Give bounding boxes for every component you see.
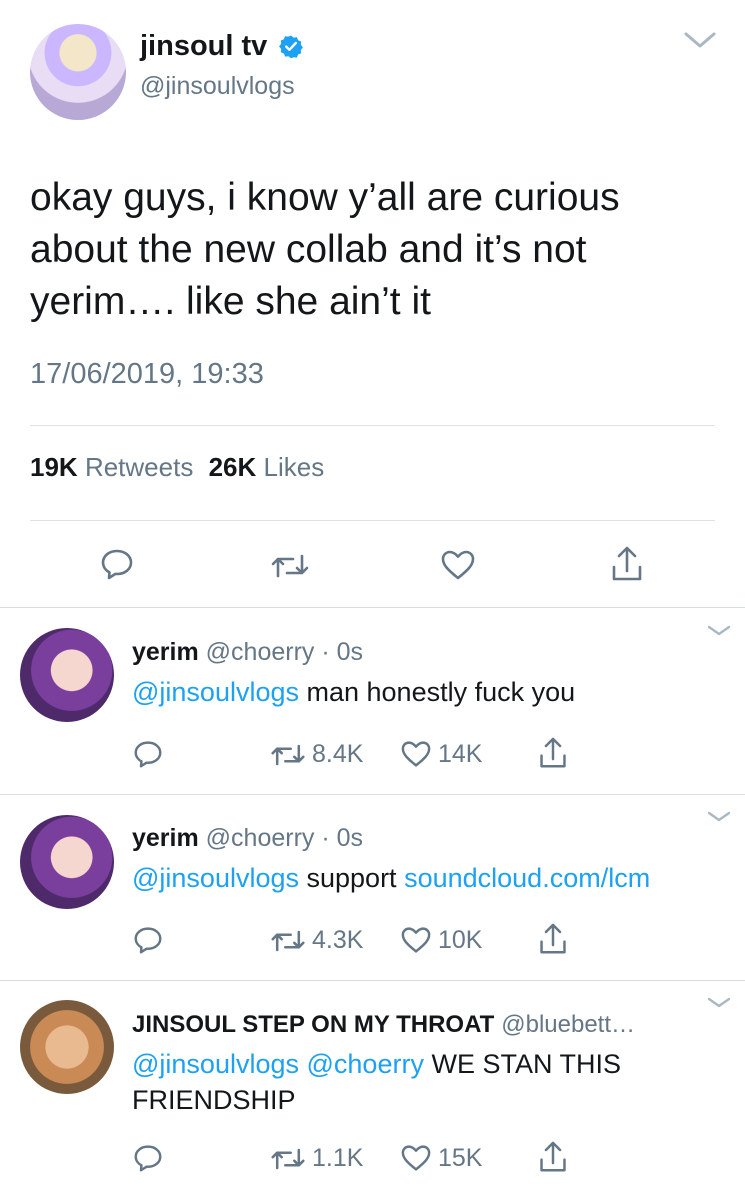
mention-link[interactable]: @jinsoulvlogs (132, 677, 299, 707)
likes-count: 26K (208, 452, 257, 482)
mention-link[interactable]: @choerry (307, 1049, 424, 1079)
retweets-count: 19K (30, 452, 78, 482)
reply-icon[interactable] (133, 926, 163, 954)
avatar-yerim[interactable] (20, 628, 114, 722)
reply-text: @jinsoulvlogs @choerry WE STAN THIS FRIE… (132, 1046, 621, 1118)
reply-text-line: @jinsoulvlogs @choerry WE STAN THIS (132, 1046, 621, 1082)
separator-dot: · (321, 824, 330, 852)
reply-author-name[interactable]: JINSOUL STEP ON MY THROAT (132, 1011, 494, 1038)
reply-text: @jinsoulvlogs man honestly fuck you (132, 677, 575, 708)
divider (30, 425, 715, 426)
display-name-text: jinsoul tv (140, 30, 268, 62)
chevron-down-icon[interactable] (706, 810, 732, 829)
reply-author-name[interactable]: yerim (132, 638, 199, 666)
tweet-text-line: okay guys, i know y’all are curious (30, 176, 620, 219)
retweet-icon[interactable] (270, 928, 306, 954)
retweet-count: 8.4K (312, 740, 364, 768)
engagement-stats: 19K Retweets 26K Likes (30, 452, 324, 483)
likes-label: Likes (263, 452, 325, 482)
retweet-count: 4.3K (312, 926, 364, 954)
reply-header: yerim @choerry · 0s (132, 824, 363, 853)
reply-body: WE STAN THIS (431, 1049, 621, 1079)
like-icon[interactable] (400, 740, 432, 768)
reply-icon[interactable] (100, 548, 134, 580)
share-icon[interactable] (538, 736, 568, 770)
handle[interactable]: @jinsoulvlogs (140, 72, 295, 101)
avatar-bluebett[interactable] (20, 1000, 114, 1094)
reply-body: FRIENDSHIP (132, 1085, 296, 1115)
like-count: 10K (438, 926, 483, 954)
mention-link[interactable]: @jinsoulvlogs (132, 863, 299, 893)
reply-time: 0s (336, 824, 364, 852)
reply-header: JINSOUL STEP ON MY THROAT @bluebett… (132, 1010, 635, 1039)
divider (0, 794, 745, 795)
verified-badge-icon (279, 33, 304, 66)
share-icon[interactable] (610, 545, 644, 583)
retweet-icon[interactable] (270, 742, 306, 768)
reply-body: support (306, 863, 397, 893)
retweets-stat[interactable]: 19K Retweets (30, 452, 201, 482)
retweet-icon[interactable] (270, 552, 310, 580)
chevron-down-icon[interactable] (706, 996, 732, 1015)
reply-header: yerim @choerry · 0s (132, 638, 363, 667)
chevron-down-icon[interactable] (706, 624, 732, 643)
reply-icon[interactable] (133, 1144, 163, 1172)
likes-stat[interactable]: 26K Likes (209, 452, 325, 482)
like-count: 14K (438, 740, 483, 768)
reply-author-handle[interactable]: @choerry (206, 824, 315, 852)
display-name[interactable]: jinsoul tv (140, 30, 304, 66)
divider (0, 607, 745, 608)
share-icon[interactable] (538, 922, 568, 956)
avatar-yerim[interactable] (20, 815, 114, 909)
separator-dot: · (321, 638, 330, 666)
tweet-text-line: about the new collab and it’s not (30, 228, 587, 271)
reply-author-name[interactable]: yerim (132, 824, 199, 852)
reply-body: man honestly fuck you (306, 677, 576, 707)
divider (30, 520, 715, 521)
avatar-jinsoul[interactable] (30, 24, 126, 120)
chevron-down-icon[interactable] (683, 30, 717, 55)
reply-author-handle[interactable]: @choerry (206, 638, 315, 666)
reply-time: 0s (336, 638, 364, 666)
like-icon[interactable] (400, 926, 432, 954)
like-icon[interactable] (440, 549, 476, 581)
like-icon[interactable] (400, 1144, 432, 1172)
like-count: 15K (438, 1144, 483, 1172)
timestamp[interactable]: 17/06/2019, 19:33 (30, 358, 264, 391)
tweet-text: okay guys, i know y’all are curious abou… (30, 172, 620, 328)
url-link[interactable]: soundcloud.com/lcm (404, 863, 650, 893)
mention-link[interactable]: @jinsoulvlogs (132, 1049, 299, 1079)
retweet-icon[interactable] (270, 1146, 306, 1172)
retweets-label: Retweets (84, 452, 194, 482)
share-icon[interactable] (538, 1140, 568, 1174)
reply-icon[interactable] (133, 740, 163, 768)
reply-author-handle[interactable]: @bluebett… (501, 1011, 635, 1038)
retweet-count: 1.1K (312, 1144, 364, 1172)
tweet-text-line: yerim…. like she ain’t it (30, 280, 431, 323)
divider (0, 980, 745, 981)
reply-text: @jinsoulvlogs support soundcloud.com/lcm (132, 863, 650, 894)
